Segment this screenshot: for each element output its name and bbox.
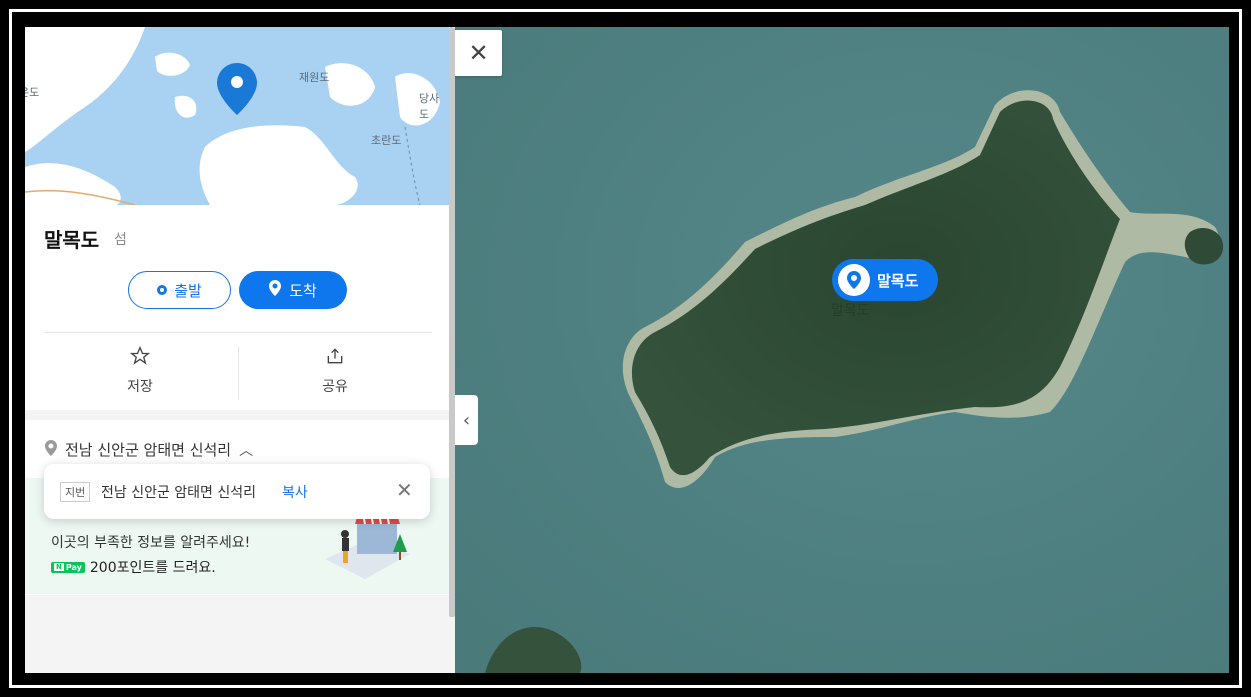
map-marker[interactable]: 말목도 [832, 259, 938, 301]
map-place-label: 말목도 [831, 303, 870, 319]
collapse-panel-button[interactable]: ‹ [455, 395, 478, 445]
panel-scrollbar[interactable] [449, 27, 455, 617]
star-icon [80, 346, 200, 372]
road-address: 전남 신안군 암태면 신석리 [65, 441, 232, 459]
place-panel: 재원도 당사도 초란도 온도 ‹ 말목도 섬 출발 [25, 27, 455, 673]
promo-message: 이곳의 부족한 정보를 알려주세요! [51, 535, 251, 551]
mini-map-label-dangsado: 당사도 [419, 92, 440, 121]
save-button[interactable]: 저장 [80, 346, 200, 400]
close-icon[interactable]: ✕ [396, 478, 413, 502]
map-marker-label: 말목도 [877, 271, 919, 290]
depart-label: 출발 [174, 281, 202, 300]
npay-label: Pay [65, 562, 82, 572]
close-icon: ✕ [468, 39, 489, 67]
address-toggle[interactable]: 전남 신안군 암태면 신석리 ︿ [45, 439, 253, 460]
lot-address-tag: 지번 [60, 482, 91, 502]
share-label: 공유 [322, 379, 348, 395]
share-icon [275, 346, 395, 372]
arrive-button[interactable]: 도착 [239, 271, 347, 309]
share-button[interactable]: 공유 [275, 346, 395, 400]
promo-reward-text: 200포인트를 드려요. [89, 560, 216, 576]
promo-reward: N Pay 200포인트를 드려요. [51, 557, 216, 577]
mini-map-label-choerando: 초란도 [371, 134, 402, 147]
arrive-label: 도착 [289, 281, 317, 300]
close-panel-button[interactable]: ✕ [455, 30, 502, 76]
lot-address-text: 전남 신안군 암태면 신석리 [101, 485, 257, 501]
divider [44, 332, 432, 333]
lot-address-tooltip: 지번 전남 신안군 암태면 신석리 복사 ✕ [44, 464, 430, 519]
place-info: 말목도 섬 출발 도착 저장 공유 [25, 205, 449, 410]
origin-dot-icon [157, 285, 168, 295]
mini-map-graphic [25, 27, 440, 205]
chevron-left-icon: ‹ [37, 38, 49, 73]
mini-map-label-ondo: 온도 [25, 86, 40, 99]
location-pin-icon [45, 439, 57, 460]
save-label: 저장 [127, 379, 153, 395]
depart-button[interactable]: 출발 [128, 271, 231, 309]
copy-address-button[interactable]: 복사 [282, 482, 308, 502]
place-title: 말목도 [44, 228, 100, 252]
map-viewport: 말목도 말목도 ✕ ‹ 재원도 당사도 초란도 도 ‹ 말목도 섬 출발 도착 … [25, 27, 1229, 673]
location-pin-icon [269, 280, 282, 300]
place-category: 섬 [114, 232, 127, 248]
chevron-up-icon: ︿ [239, 442, 254, 459]
back-button[interactable]: ‹ [37, 41, 61, 71]
action-divider [238, 346, 239, 400]
window-frame: 말목도 말목도 ✕ ‹ 재원도 당사도 초란도 도 ‹ 말목도 섬 출발 도착 … [0, 0, 1251, 697]
mini-map[interactable]: 재원도 당사도 초란도 온도 ‹ [25, 27, 449, 205]
satellite-map[interactable] [455, 27, 1229, 673]
location-pin-icon [838, 264, 870, 296]
naver-pay-badge-icon: N Pay [51, 561, 85, 573]
mini-map-label-jaewondo: 재원도 [299, 71, 330, 84]
chevron-left-icon: ‹ [462, 409, 471, 431]
